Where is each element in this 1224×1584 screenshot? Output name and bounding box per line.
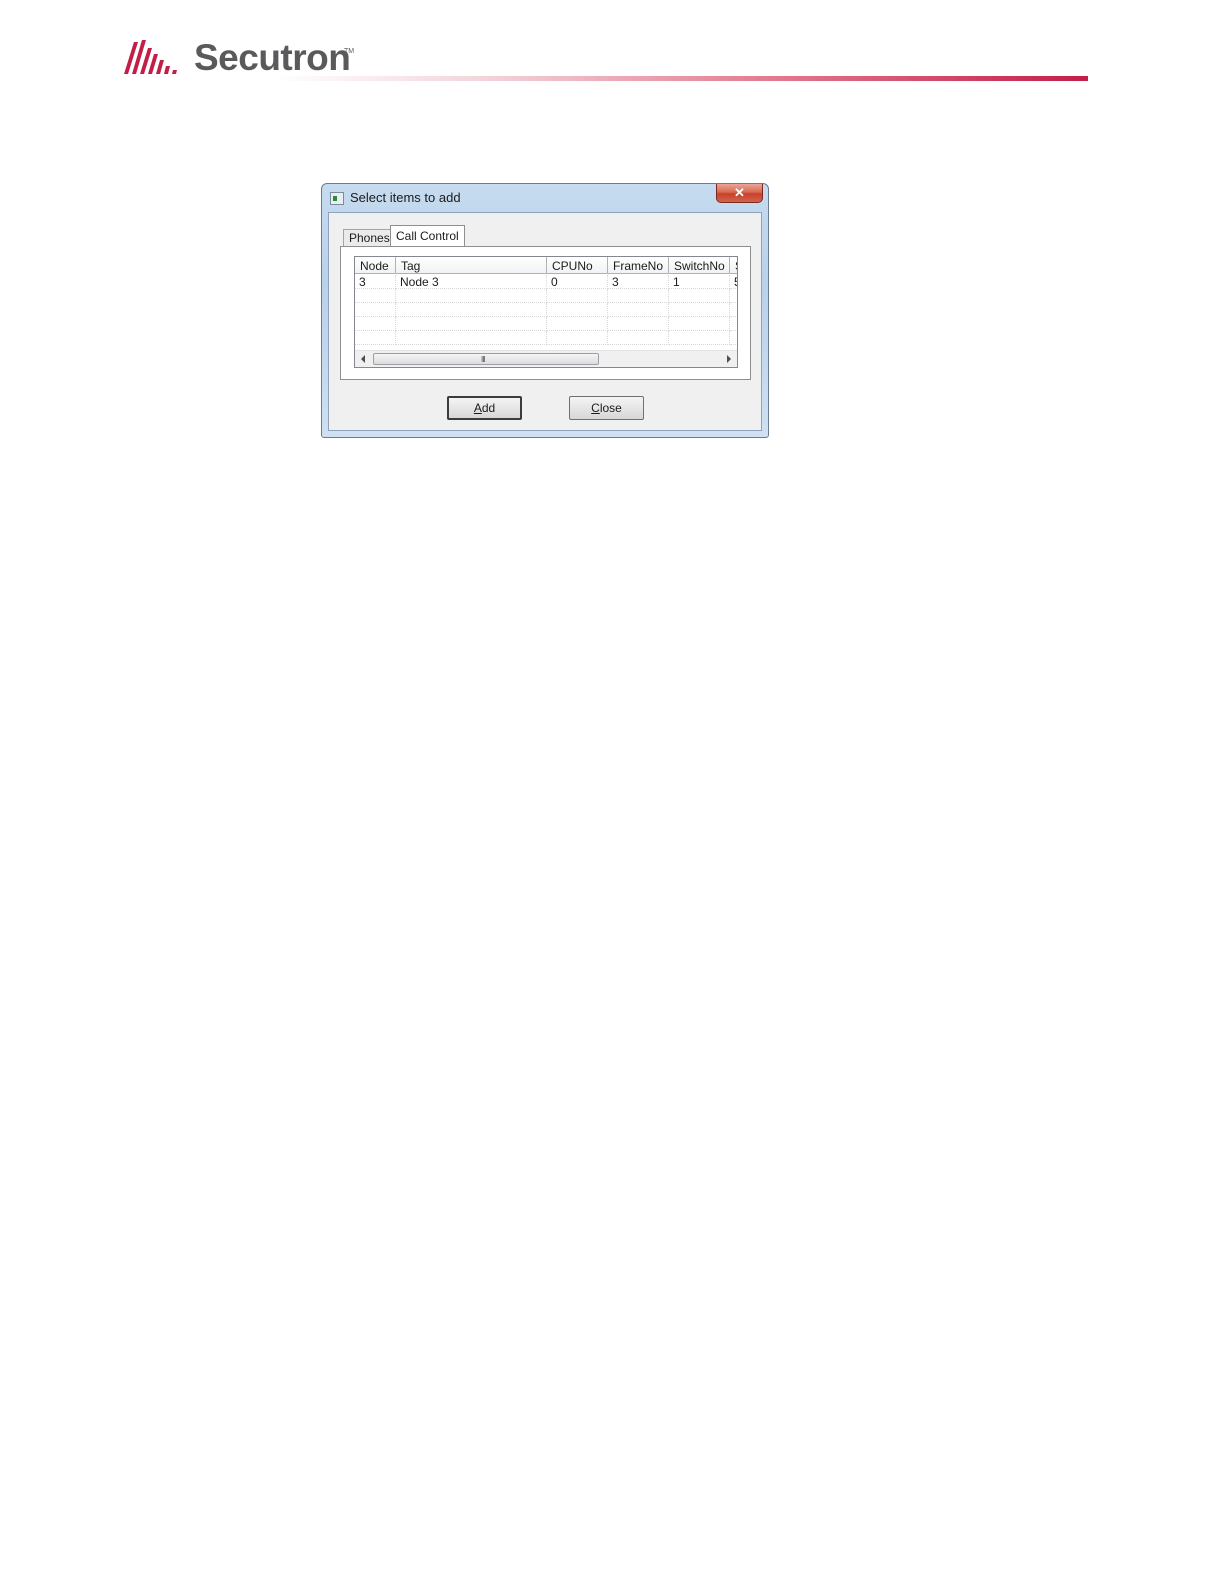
- cell-node: 3: [355, 275, 396, 289]
- scrollbar-grip-icon: III: [481, 355, 486, 364]
- scrollbar-thumb[interactable]: III: [373, 353, 599, 365]
- brand-name: Secutron: [194, 37, 351, 78]
- table-row[interactable]: 3 Node 3 0 3 1 5: [355, 275, 737, 289]
- column-header-frameno[interactable]: FrameNo: [608, 257, 669, 274]
- add-button[interactable]: Add: [447, 396, 522, 420]
- cell-switchno: 1: [669, 275, 730, 289]
- empty-row: [355, 331, 737, 345]
- cell-frameno: 3: [608, 275, 669, 289]
- tab-phones[interactable]: Phones: [343, 229, 396, 246]
- tab-panel-call-control: Node Tag CPUNo FrameNo SwitchNo S 3 Node…: [340, 246, 751, 380]
- scroll-right-arrow-icon[interactable]: [727, 355, 731, 363]
- dialog-client-area: Phones Call Control Node Tag CPUNo Frame…: [328, 212, 762, 431]
- items-grid[interactable]: Node Tag CPUNo FrameNo SwitchNo S 3 Node…: [354, 256, 738, 368]
- close-icon: ✕: [734, 185, 745, 200]
- dialog-titlebar[interactable]: Select items to add ✕: [322, 184, 768, 212]
- select-items-dialog: Select items to add ✕ Phones Call Contro…: [321, 183, 769, 438]
- scroll-left-arrow-icon[interactable]: [361, 355, 365, 363]
- column-header-s[interactable]: S: [730, 257, 737, 274]
- empty-row: [355, 289, 737, 303]
- cell-s: 5: [730, 275, 737, 289]
- column-header-cpuno[interactable]: CPUNo: [547, 257, 608, 274]
- column-header-node[interactable]: Node: [355, 257, 396, 274]
- dialog-title: Select items to add: [350, 190, 461, 205]
- document-header: Secutron TM: [124, 34, 1088, 84]
- trademark: TM: [344, 48, 355, 55]
- empty-row: [355, 303, 737, 317]
- close-button[interactable]: Close: [569, 396, 644, 420]
- grid-header: Node Tag CPUNo FrameNo SwitchNo S: [355, 257, 737, 274]
- window-app-icon: [330, 192, 344, 205]
- cell-tag: Node 3: [396, 275, 547, 289]
- close-window-button[interactable]: ✕: [716, 184, 763, 203]
- empty-row: [355, 317, 737, 331]
- cell-cpuno: 0: [547, 275, 608, 289]
- tab-call-control[interactable]: Call Control: [390, 225, 465, 247]
- secutron-logo-icon: [124, 40, 177, 74]
- header-rule: [274, 76, 1088, 81]
- horizontal-scrollbar[interactable]: III: [355, 350, 737, 367]
- column-header-tag[interactable]: Tag: [396, 257, 547, 274]
- column-header-switchno[interactable]: SwitchNo: [669, 257, 730, 274]
